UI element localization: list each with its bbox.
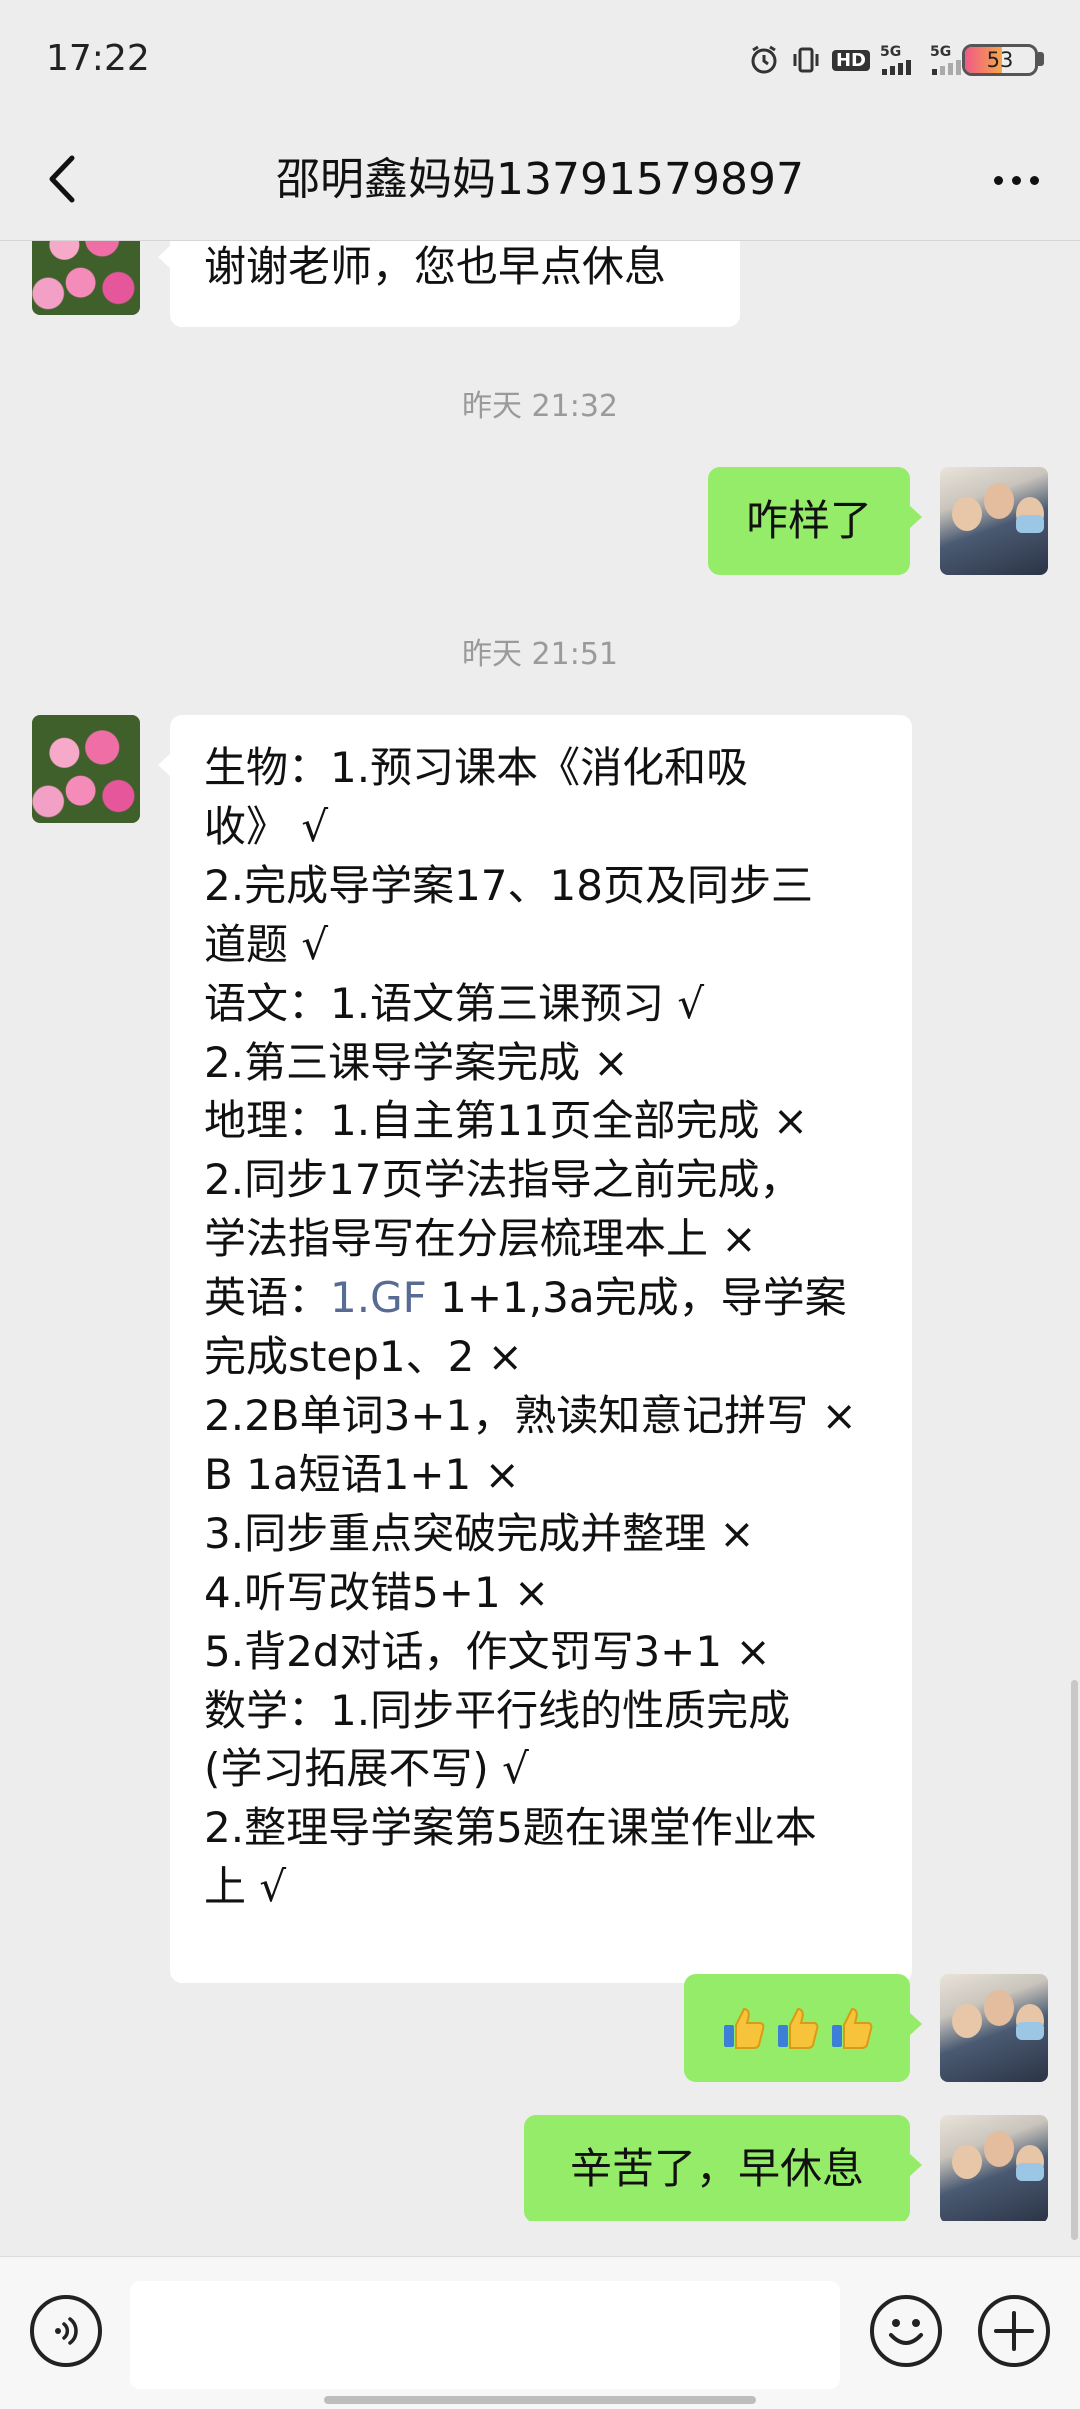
hd-icon: HD [831,49,870,71]
thumbs-up-icon [778,2007,819,2049]
message-bubble-received[interactable]: 谢谢老师，您也早点休息 [158,241,740,327]
scrollbar[interactable] [1071,1680,1078,2240]
message-input[interactable] [130,2281,840,2389]
thumbs-up-icon [832,2007,873,2049]
message-line: B 1a短语1+1 × [204,1449,520,1499]
more-functions-button[interactable] [978,2295,1050,2367]
signal-5g-icon: 5G [880,45,920,75]
status-icons: HD 5G 5G [748,44,970,76]
battery-icon: 53 [962,44,1038,76]
network-type-label: 5G [930,44,952,60]
plus-icon [994,2311,1034,2351]
message-line: 道题 √ [204,919,329,969]
message-line: (学习拓展不写) √ [204,1744,529,1794]
message-text: 谢谢老师，您也早点休息 [204,242,667,291]
my-avatar[interactable] [940,2115,1048,2221]
message-link[interactable]: 1.GF [330,1273,427,1322]
message-text: 英语： [204,1273,331,1323]
message-line: 2.完成导学案17、18页及同步三 [204,860,813,910]
emoji-button[interactable] [870,2295,942,2367]
chevron-left-icon [49,155,75,203]
message-text: 辛苦了，早休息 [569,2144,864,2193]
input-bar [0,2256,1080,2409]
message-line: 5.背2d对话，作文罚写3+1 × [204,1626,771,1676]
message-bubble-received[interactable]: 生物：1.预习课本《消化和吸 收》 √ 2.完成导学案17、18页及同步三 道题… [158,715,912,1983]
more-dot [1011,175,1021,185]
message-line: 2.2B单词3+1，熟读知意记拼写 × [204,1390,857,1440]
message-line: 2.同步17页学法指导之前完成， [204,1155,802,1205]
message-line: 3.同步重点突破完成并整理 × [204,1508,755,1558]
message-bubble-sent[interactable] [684,1974,922,2082]
message-line: 2.整理导学案第5题在课堂作业本 [204,1803,817,1853]
chat-title: 邵明鑫妈妈13791579897 [276,154,804,205]
message-line: 2.第三课导学案完成 × [204,1037,629,1087]
voice-icon [55,2317,78,2345]
message-list[interactable]: 谢谢老师，您也早点休息 昨天 21:32 咋样了 昨天 21:51 生物：1.预… [0,241,1080,2221]
message-line: 4.听写改错5+1 × [204,1567,550,1617]
message-bubble-sent[interactable]: 辛苦了，早休息 [524,2115,922,2221]
message-text: 1+1,3a完成，导学案 [426,1273,847,1323]
message-line: 收》 √ [204,801,329,851]
message-line: 生物：1.预习课本《消化和吸 [204,743,749,792]
contact-avatar[interactable] [32,715,140,823]
smiley-icon [889,2319,923,2345]
thumbs-up-icon [724,2007,765,2049]
message-line: 学法指导写在分层梳理本上 × [204,1214,757,1264]
my-avatar[interactable] [940,467,1048,575]
home-indicator[interactable] [324,2396,756,2404]
more-options-button[interactable] [986,158,1046,202]
chat-header: 邵明鑫妈妈13791579897 [0,120,1080,241]
message-line: 数学：1.同步平行线的性质完成 [204,1685,791,1735]
contact-avatar[interactable] [32,241,140,315]
message-line: 完成step1、2 × [204,1332,523,1382]
message-timestamp: 昨天 21:51 [462,637,618,672]
vibrate-icon [790,44,822,76]
more-dot [993,175,1003,185]
message-line: 英语：1.GF 1+1,3a完成，导学案 [204,1269,882,1328]
message-line: 上 √ [204,1862,287,1912]
message-line: 地理：1.自主第11页全部完成 × [204,1096,809,1146]
battery-tip [1038,52,1044,66]
message-text: 咋样了 [745,496,872,545]
voice-input-button[interactable] [30,2295,102,2367]
message-bubble-sent[interactable]: 咋样了 [708,467,922,575]
status-bar: 17:22 HD 5G 5G 53 [0,0,1080,120]
status-time: 17:22 [46,38,150,79]
network-type-label: 5G [880,44,902,60]
alarm-icon [748,44,780,76]
emoji-row [684,1974,910,2082]
back-button[interactable] [34,152,88,206]
more-dot [1029,175,1039,185]
message-timestamp: 昨天 21:32 [462,389,618,424]
my-avatar[interactable] [940,1974,1048,2082]
battery-level: 53 [986,48,1014,72]
message-line: 语文：1.语文第三课预习 √ [204,978,705,1028]
